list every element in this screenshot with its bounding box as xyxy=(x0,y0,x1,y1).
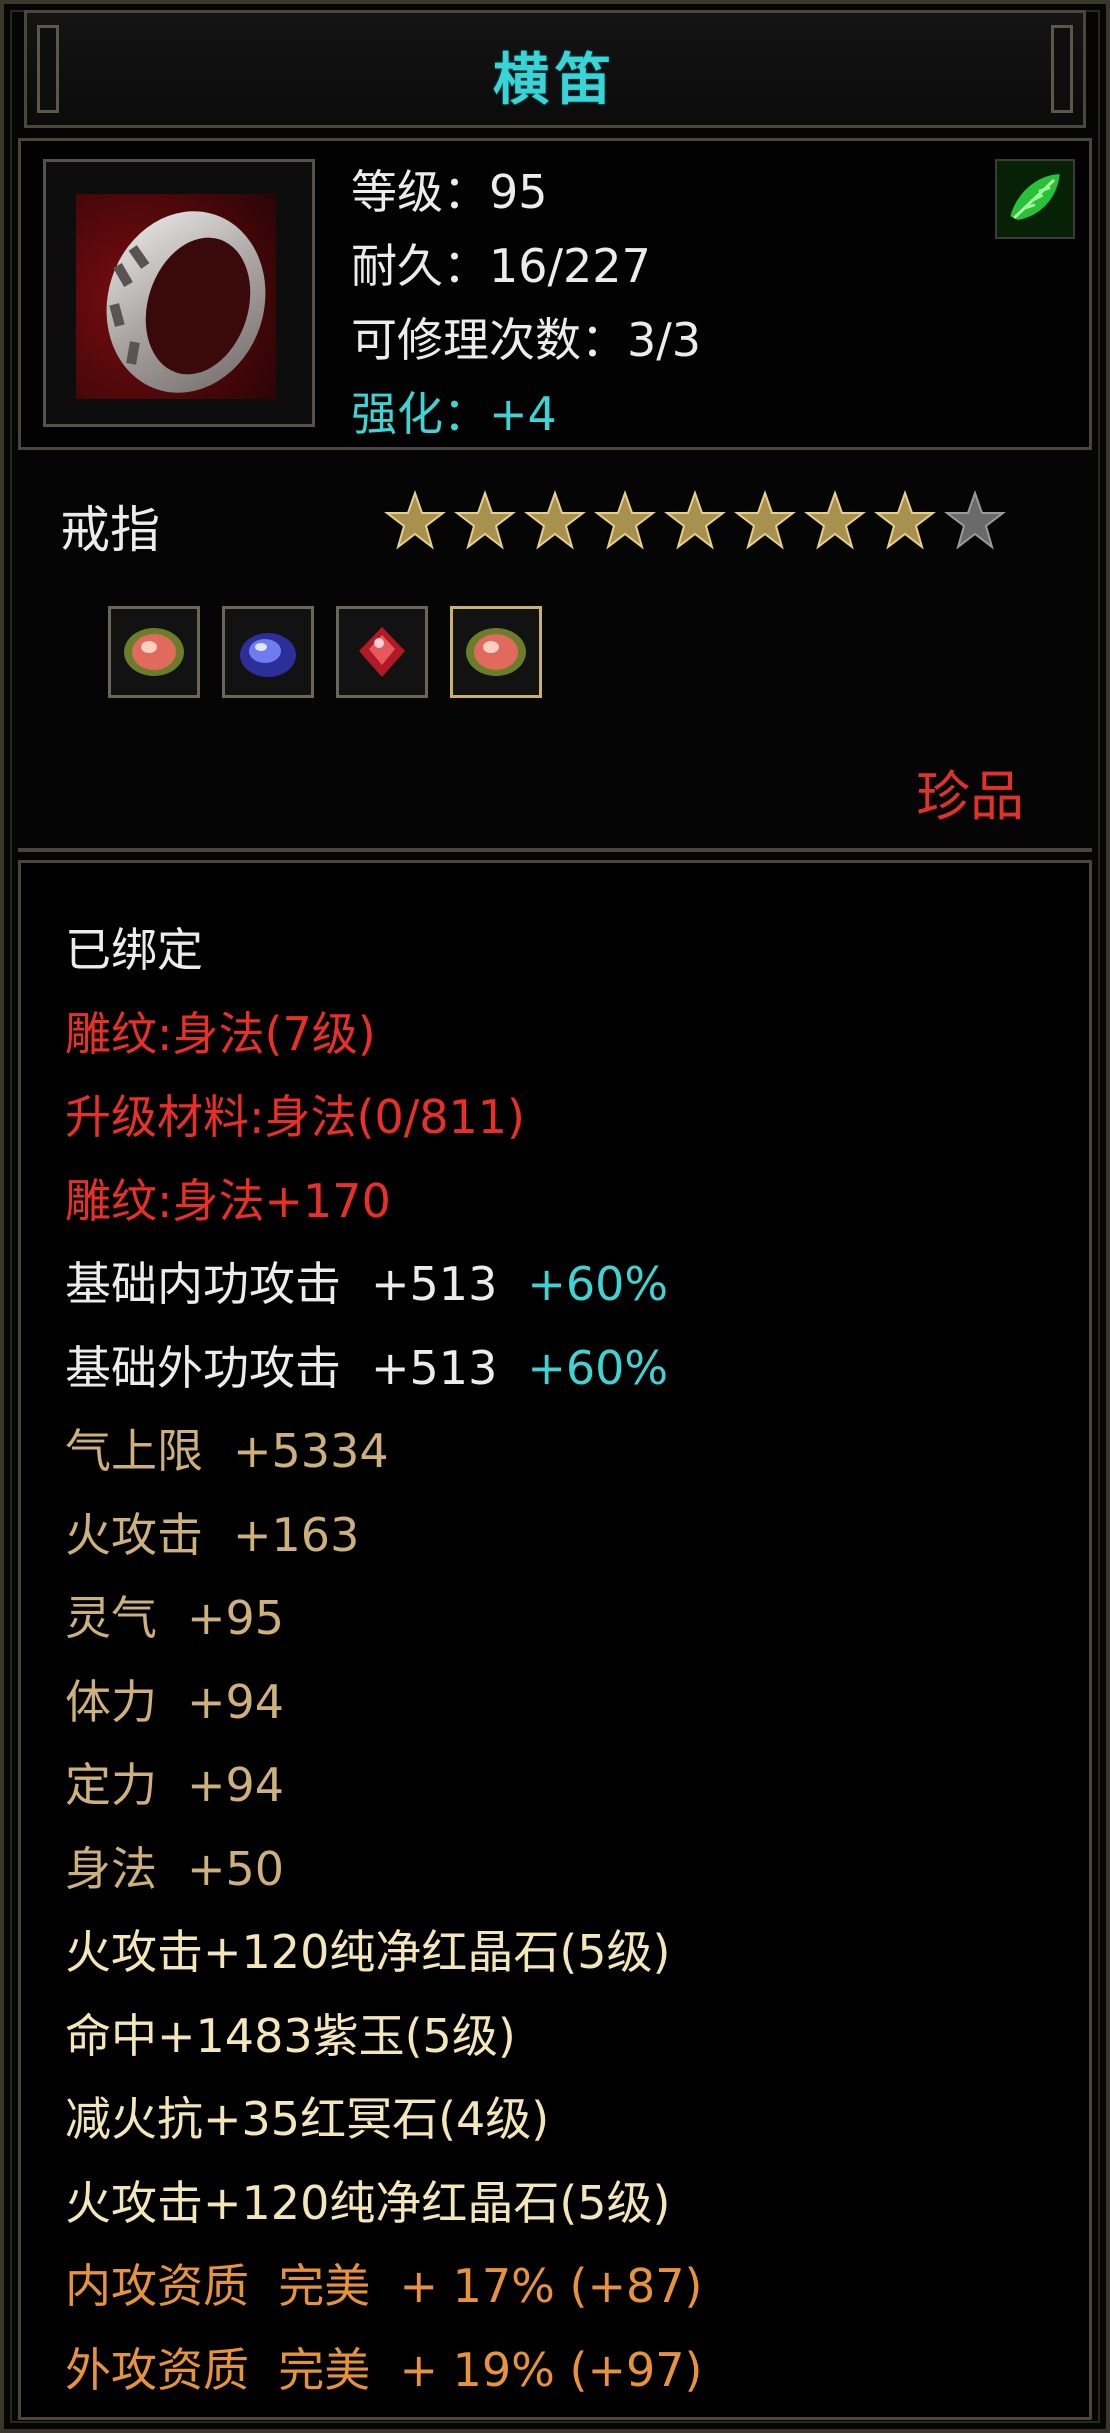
stat-value: +513 xyxy=(371,1257,498,1311)
star-filled-icon xyxy=(804,490,866,550)
stat-label: 基础外功攻击 xyxy=(65,1340,341,1395)
star-filled-icon xyxy=(594,490,656,550)
stat-label: 灵气 xyxy=(65,1591,157,1645)
star-filled-icon xyxy=(664,490,726,550)
title-cap-right xyxy=(1051,25,1073,113)
stat-percent: +60% xyxy=(527,1257,669,1311)
gem-slot-4[interactable] xyxy=(450,606,542,698)
attribute-panel: 已绑定 雕纹:身法(7级) 升级材料:身法(0/811) 雕纹:身法+170 基… xyxy=(18,860,1092,2420)
stat-qi: 气上限 +5334 xyxy=(65,1410,703,1494)
leaf-icon xyxy=(995,159,1075,239)
star-empty-icon xyxy=(944,490,1006,550)
gem-slot-1[interactable] xyxy=(108,606,200,698)
stat-focus: 定力 +94 xyxy=(65,1744,703,1828)
stat-value: +513 xyxy=(371,1340,498,1395)
stat-value: +94 xyxy=(187,1674,285,1729)
stat-value: +163 xyxy=(233,1507,360,1562)
stat-label: 定力 xyxy=(65,1758,157,1812)
inner-quality: 内攻资质 完美 + 17% (+87) xyxy=(65,2259,703,2313)
stat-label: 气上限 xyxy=(65,1424,203,1478)
stat-percent: +60% xyxy=(527,1340,669,1395)
gem-stat-2: 命中+1483紫玉(5级) xyxy=(65,2008,516,2063)
stat-label: 火攻击 xyxy=(65,1507,203,1562)
item-level: 等级：95 xyxy=(351,165,548,219)
crimson-gem-icon xyxy=(359,627,405,677)
engrave-bonus: 雕纹:身法+170 xyxy=(65,1173,391,1228)
item-icon xyxy=(43,159,315,427)
star-filled-icon xyxy=(454,490,516,550)
bound-status: 已绑定 xyxy=(65,923,203,977)
gem-slot-2[interactable] xyxy=(222,606,314,698)
stat-value: +50 xyxy=(187,1841,285,1896)
stat-fire-attack: 火攻击 +163 xyxy=(65,1494,703,1578)
stat-inner-attack: 基础内功攻击 +513 +60% xyxy=(65,1243,703,1327)
star-filled-icon xyxy=(384,490,446,550)
star-filled-icon xyxy=(524,490,586,550)
stat-value: +94 xyxy=(187,1758,285,1812)
stat-value: +5334 xyxy=(233,1424,389,1478)
gem-slot-3[interactable] xyxy=(336,606,428,698)
item-stats: 等级：95 耐久：16/227 可修理次数：3/3 强化：+4 xyxy=(351,155,701,451)
item-category: 戒指 xyxy=(60,501,160,559)
engrave-level: 雕纹:身法(7级) xyxy=(65,1006,376,1061)
gem-slots xyxy=(108,606,542,698)
stat-label: 身法 xyxy=(65,1841,157,1896)
star-filled-icon xyxy=(874,490,936,550)
item-enhance: 强化：+4 xyxy=(351,387,557,441)
stat-label: 体力 xyxy=(65,1674,157,1729)
title-bar: 横笛 xyxy=(24,10,1086,128)
ring-icon xyxy=(76,194,276,399)
divider xyxy=(18,848,1092,852)
red-gem-icon xyxy=(466,628,526,676)
item-name: 横笛 xyxy=(493,48,617,113)
stat-agility: 身法 +50 xyxy=(65,1828,703,1912)
stat-stamina: 体力 +94 xyxy=(65,1661,703,1745)
stat-value: +95 xyxy=(187,1591,285,1645)
blue-gem-icon xyxy=(240,633,296,677)
item-info-panel: 等级：95 耐久：16/227 可修理次数：3/3 强化：+4 xyxy=(18,138,1092,450)
stat-outer-attack: 基础外功攻击 +513 +60% xyxy=(65,1327,703,1411)
stat-spirit: 灵气 +95 xyxy=(65,1577,703,1661)
item-durability: 耐久：16/227 xyxy=(351,239,651,293)
gem-stat-4: 火攻击+120纯净红晶石(5级) xyxy=(65,2175,671,2230)
red-gem-icon xyxy=(124,628,184,676)
stat-label: 基础内功攻击 xyxy=(65,1257,341,1311)
gem-stat-1: 火攻击+120纯净红晶石(5级) xyxy=(65,1925,671,1979)
item-repair-count: 可修理次数：3/3 xyxy=(351,313,702,367)
star-rating xyxy=(384,490,1006,552)
item-rarity: 珍品 xyxy=(916,765,1024,828)
star-filled-icon xyxy=(734,490,796,550)
gem-stat-3: 减火抗+35红冥石(4级) xyxy=(65,2092,550,2146)
upgrade-material: 升级材料:身法(0/811) xyxy=(65,1090,525,1144)
outer-quality: 外攻资质 完美 + 19% (+97) xyxy=(65,2342,703,2397)
